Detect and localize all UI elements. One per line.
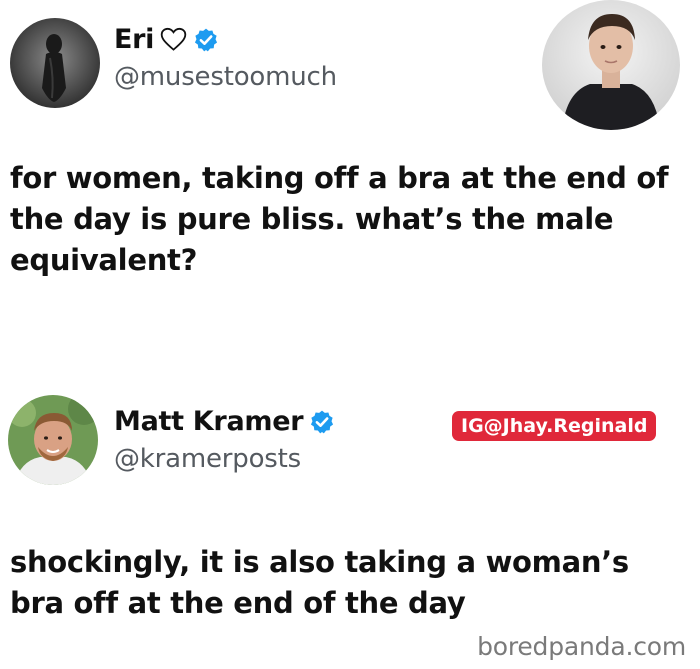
verified-badge-icon bbox=[311, 410, 334, 433]
instagram-watermark: IG@Jhay.Reginald bbox=[452, 411, 657, 441]
avatar-3d-character bbox=[542, 0, 680, 130]
avatar-3d-character-image bbox=[542, 0, 680, 130]
author-handle[interactable]: @kramerposts bbox=[114, 444, 301, 474]
author-name[interactable]: Matt Kramer bbox=[114, 406, 304, 437]
tweet-original: Eri @musestoomuch for women, taking off … bbox=[0, 0, 700, 330]
avatar-matt-kramer-image bbox=[8, 395, 98, 485]
author-row: Eri bbox=[114, 24, 219, 55]
author-row: Matt Kramer bbox=[114, 406, 335, 437]
author-name[interactable]: Eri bbox=[114, 24, 154, 55]
verified-badge-icon bbox=[195, 28, 218, 51]
tweet-text: shockingly, it is also taking a woman’s … bbox=[10, 545, 629, 620]
avatar-eri-image bbox=[10, 18, 100, 108]
tweet-text: for women, taking off a bra at the end o… bbox=[10, 161, 669, 277]
source-credit: boredpanda.com bbox=[477, 632, 686, 661]
avatar-matt-kramer[interactable] bbox=[8, 395, 98, 485]
heart-outline-icon bbox=[160, 27, 187, 51]
avatar-eri[interactable] bbox=[10, 18, 100, 108]
author-handle[interactable]: @musestoomuch bbox=[114, 62, 337, 92]
